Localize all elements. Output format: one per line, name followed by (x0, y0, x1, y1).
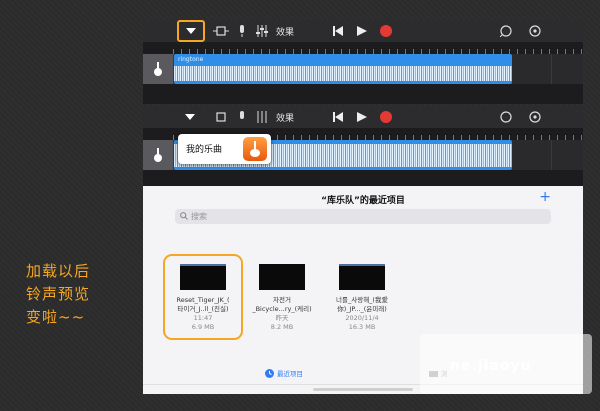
file-name-line2: 你)_JP..._(윤미래) (337, 305, 387, 313)
record-button-2[interactable] (379, 109, 393, 125)
play-button[interactable] (355, 23, 369, 39)
file-name-line1: Reset_Tiger_JK_( (176, 296, 230, 304)
audio-region[interactable]: ringtone (174, 54, 512, 84)
microphone-button-2[interactable] (235, 109, 249, 125)
track-menu-button-2[interactable] (181, 109, 199, 125)
play-icon (357, 26, 367, 36)
tab-recents-label: 最近项目 (277, 370, 303, 378)
mixer-button[interactable] (255, 23, 269, 39)
play-button-2[interactable] (355, 109, 369, 125)
go-to-start-button[interactable] (331, 23, 345, 39)
song-popup[interactable]: 我的乐曲 (178, 134, 271, 164)
file-name-line2: _Bicycle...ry_(케리) (252, 305, 312, 313)
control-bar-2: 效果 (143, 106, 583, 128)
microphone-icon (240, 111, 244, 119)
region-name: ringtone (178, 56, 204, 63)
garageband-app-icon (243, 137, 267, 161)
sliders-icon (256, 25, 268, 37)
guitar-icon (250, 141, 260, 157)
file-size: 8.2 MB (270, 323, 294, 331)
loop-icon (500, 111, 512, 123)
watermark-text: ne.jiaoyu (450, 358, 532, 374)
timeline-ruler[interactable] (173, 42, 583, 54)
skip-back-icon (333, 26, 343, 36)
track-lane[interactable]: ringtone (173, 54, 583, 84)
file-name-line1: 자전거 (273, 296, 291, 304)
track-view-button-2[interactable] (211, 109, 231, 125)
file-date: 昨天 (275, 314, 289, 322)
play-icon (357, 112, 367, 122)
search-placeholder: 搜索 (191, 212, 207, 221)
guitar-icon (154, 62, 162, 76)
sliders-icon (257, 111, 267, 123)
gear-icon (529, 25, 541, 37)
popup-label: 我的乐曲 (186, 145, 223, 155)
top-editor-panel: 效果 ringtone (143, 20, 583, 104)
effects-button-2[interactable]: 效果 (273, 109, 297, 125)
waveform (174, 66, 512, 81)
track-view-icon (213, 26, 229, 36)
loop-browser-button[interactable] (498, 23, 514, 39)
file-name-line1: 너를_사랑해_(我爱 (336, 296, 388, 304)
search-field[interactable]: 搜索 (175, 209, 551, 224)
track-header-2[interactable] (143, 140, 173, 170)
loop-browser-button-2[interactable] (498, 109, 514, 125)
file-thumbnail (259, 264, 305, 290)
file-date: 11:47 (193, 314, 213, 322)
record-icon (380, 111, 392, 123)
file-thumbnail (180, 264, 226, 290)
track-menu-button[interactable] (177, 20, 205, 42)
add-button[interactable]: + (539, 189, 551, 205)
file-name-line2: 타이거_J..ll_(진실) (177, 305, 229, 313)
home-indicator (313, 388, 413, 391)
effects-button[interactable]: 效果 (273, 23, 297, 39)
control-bar: 效果 (143, 20, 583, 42)
file-item-1[interactable]: Reset_Tiger_JK_( 타이거_J..ll_(진실) 11:47 6.… (163, 254, 243, 340)
record-icon (380, 25, 392, 37)
file-date: 2020/11/4 (345, 314, 379, 322)
microphone-button[interactable] (235, 23, 249, 39)
triangle-down-icon (185, 114, 195, 120)
search-icon (180, 212, 188, 220)
loop-icon (500, 25, 512, 37)
file-item-2[interactable]: 자전거 _Bicycle...ry_(케리) 昨天 8.2 MB (242, 264, 322, 332)
annotation-line-2: 铃声预览 (26, 285, 91, 303)
watermark: ne.jiaoyu (420, 334, 592, 394)
annotation-line-3: 变啦~~ (26, 308, 86, 326)
track-view-icon (216, 112, 226, 122)
track-header[interactable] (143, 54, 173, 84)
file-item-3[interactable]: 너를_사랑해_(我爱 你)_JP..._(윤미래) 2020/11/4 16.3… (322, 264, 402, 332)
guitar-icon (154, 148, 162, 162)
settings-button-2[interactable] (527, 109, 543, 125)
gear-icon (529, 111, 541, 123)
file-thumbnail (339, 264, 385, 290)
record-button[interactable] (379, 23, 393, 39)
track-view-button[interactable] (211, 23, 231, 39)
browser-title: “库乐队”的最近项目 (321, 196, 405, 206)
microphone-icon (240, 25, 244, 37)
skip-back-icon (333, 112, 343, 122)
clock-icon (265, 368, 274, 378)
mixer-button-2[interactable] (255, 109, 269, 125)
tab-recents[interactable]: 最近项目 (265, 368, 303, 378)
triangle-down-icon (186, 28, 196, 34)
go-to-start-button-2[interactable] (331, 109, 345, 125)
annotation-text: 加载以后 铃声预览 变啦~~ (26, 260, 90, 329)
annotation-line-1: 加载以后 (26, 262, 91, 280)
file-size: 16.3 MB (348, 323, 376, 331)
settings-button[interactable] (527, 23, 543, 39)
file-size: 6.9 MB (191, 323, 215, 331)
